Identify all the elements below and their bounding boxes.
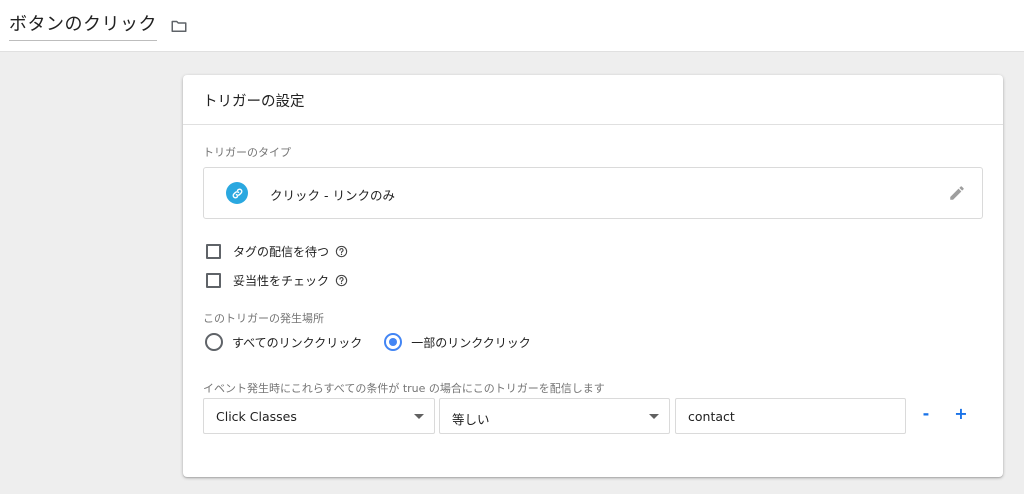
condition-label: イベント発生時にこれらすべての条件が true の場合にこのトリガーを配信します: [203, 382, 605, 395]
some-link-clicks-label: 一部のリンククリック: [411, 335, 531, 350]
trigger-type-name: クリック - リンクのみ: [270, 188, 395, 203]
check-validation-checkbox[interactable]: [206, 273, 221, 288]
all-link-clicks-radio[interactable]: [205, 333, 223, 351]
remove-condition-button[interactable]: -: [919, 406, 933, 422]
variable-value: Click Classes: [216, 409, 297, 424]
help-icon[interactable]: [335, 245, 348, 258]
check-validation-label: 妥当性をチェック: [233, 274, 330, 288]
top-bar: ボタンのクリック: [0, 0, 1024, 52]
card-title: トリガーの設定: [183, 75, 1003, 125]
variable-dropdown[interactable]: Click Classes: [203, 398, 435, 434]
help-icon[interactable]: [335, 274, 348, 287]
all-link-clicks-label: すべてのリンククリック: [232, 335, 363, 350]
all-link-clicks-option[interactable]: すべてのリンククリック: [205, 333, 362, 351]
fire-on-label: このトリガーの発生場所: [203, 312, 324, 325]
fire-on-options: すべてのリンククリック 一部のリンククリック: [205, 333, 531, 351]
dropdown-arrow-icon: [414, 414, 424, 419]
link-icon: [226, 182, 248, 204]
some-link-clicks-radio[interactable]: [384, 333, 403, 351]
folder-icon[interactable]: [169, 17, 189, 35]
value-input[interactable]: contact: [675, 398, 906, 434]
wait-for-tags-checkbox[interactable]: [206, 244, 221, 259]
some-link-clicks-option[interactable]: 一部のリンククリック: [384, 333, 531, 351]
operator-dropdown[interactable]: 等しい: [439, 398, 670, 434]
pencil-icon[interactable]: [948, 184, 966, 202]
trigger-type-box[interactable]: クリック - リンクのみ: [203, 167, 983, 219]
title-wrap: ボタンのクリック: [9, 10, 189, 41]
dropdown-arrow-icon: [649, 414, 659, 419]
add-condition-button[interactable]: +: [954, 406, 968, 422]
trigger-type-label: トリガーのタイプ: [203, 146, 291, 159]
wait-for-tags-option[interactable]: タグの配信を待つ: [206, 243, 348, 260]
wait-for-tags-label: タグの配信を待つ: [233, 245, 330, 259]
trigger-config-card: トリガーの設定 トリガーのタイプ クリック - リンクのみ タグの配信を待つ 妥…: [183, 75, 1003, 477]
value-text: contact: [688, 409, 735, 424]
check-validation-option[interactable]: 妥当性をチェック: [206, 272, 348, 289]
trigger-name-title[interactable]: ボタンのクリック: [9, 10, 157, 41]
operator-value: 等しい: [452, 412, 490, 427]
